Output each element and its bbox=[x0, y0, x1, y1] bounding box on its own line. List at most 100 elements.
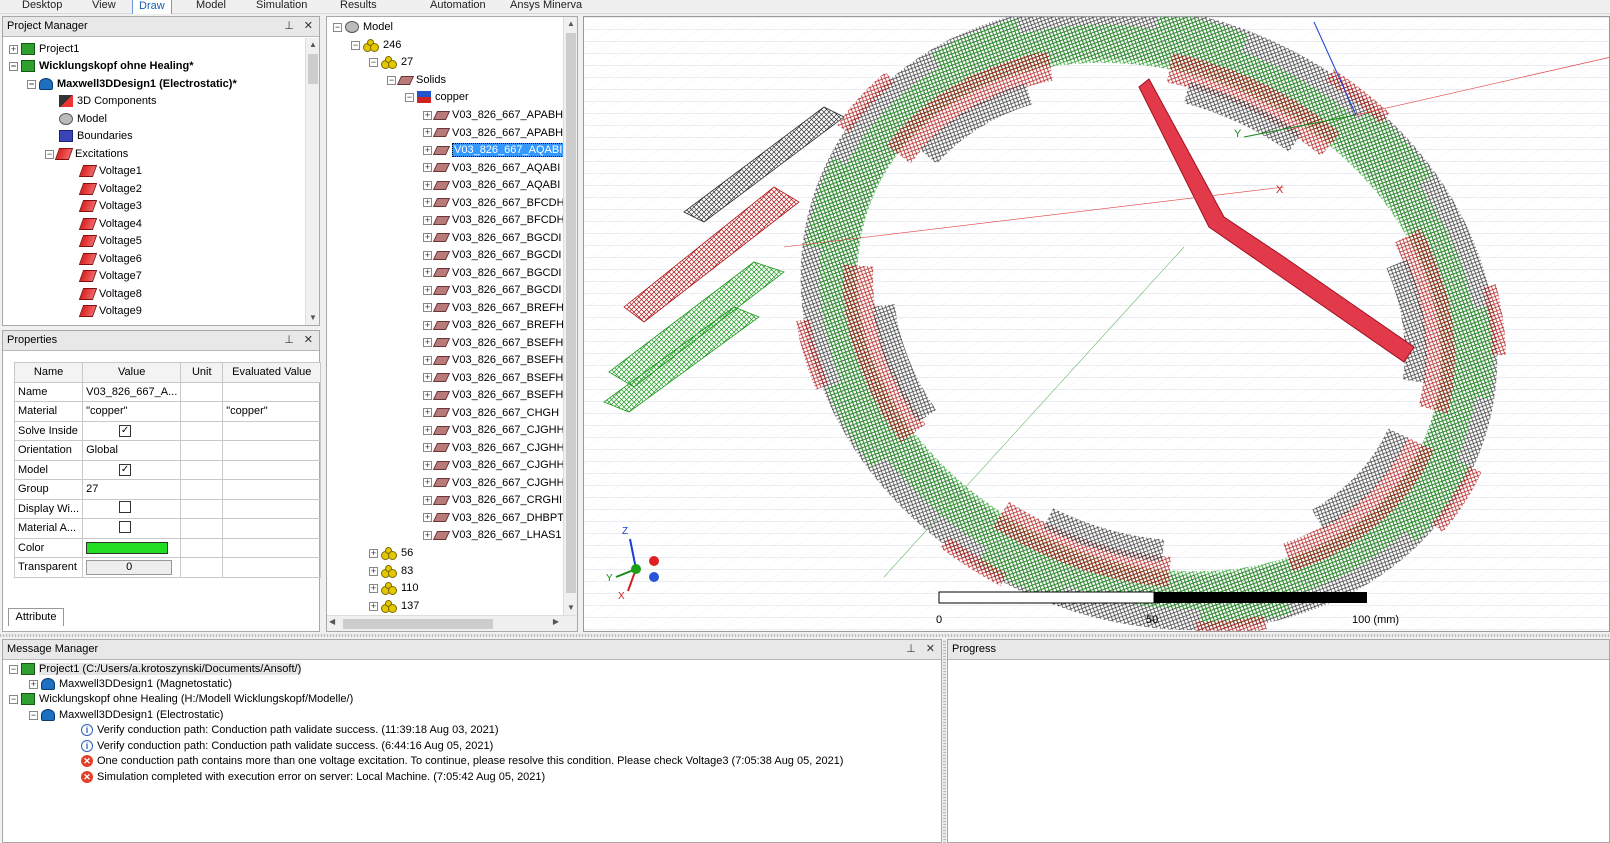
tree-item-model[interactable]: Model bbox=[59, 111, 107, 128]
expand-icon[interactable]: + bbox=[369, 583, 378, 593]
property-row[interactable]: Color bbox=[13, 537, 322, 558]
expand-icon[interactable]: + bbox=[423, 163, 432, 173]
tree-item-solid[interactable]: + V03_826_667_BGCDI bbox=[423, 265, 561, 282]
tab-attribute[interactable]: Attribute bbox=[8, 608, 64, 626]
expand-icon[interactable]: + bbox=[423, 215, 432, 225]
expand-icon[interactable]: + bbox=[423, 390, 432, 400]
tree-item-group-27[interactable]: − 27 bbox=[369, 54, 413, 71]
property-row[interactable]: Display Wi... bbox=[13, 498, 322, 519]
message-row-design-electrostatic[interactable]: − Maxwell3DDesign1 (Electrostatic) bbox=[29, 708, 223, 723]
property-row[interactable]: Name V03_826_667_A... bbox=[13, 381, 322, 402]
model-checkbox[interactable]: ✓ bbox=[119, 464, 132, 477]
tree-item-group-83[interactable]: +83 bbox=[369, 563, 413, 580]
tree-item-voltage1[interactable]: Voltage1 bbox=[78, 163, 142, 180]
message-row-wicklungskopf[interactable]: − Wicklungskopf ohne Healing (H:/Modell W… bbox=[9, 692, 353, 707]
tree-item-group-110[interactable]: +110 bbox=[369, 580, 419, 597]
expand-icon[interactable]: + bbox=[423, 355, 432, 365]
tree-item-solid[interactable]: + V03_826_667_CJGHH bbox=[423, 457, 565, 474]
expand-icon[interactable]: + bbox=[423, 110, 432, 120]
tree-item-voltage8[interactable]: Voltage8 bbox=[78, 286, 142, 303]
message-row-project1[interactable]: − Project1 (C:/Users/a.krotoszynski/Docum… bbox=[9, 662, 302, 677]
expand-icon[interactable]: + bbox=[423, 338, 432, 348]
expand-icon[interactable]: + bbox=[423, 303, 432, 313]
expand-icon[interactable]: + bbox=[423, 250, 432, 260]
tree-item-voltage4[interactable]: Voltage4 bbox=[78, 216, 142, 233]
tree-item-solid[interactable]: + V03_826_667_BGCDI bbox=[423, 230, 561, 247]
horizontal-splitter[interactable] bbox=[0, 634, 1610, 637]
property-row[interactable]: Material A... bbox=[13, 518, 322, 539]
collapse-icon[interactable]: − bbox=[387, 75, 396, 85]
scroll-up-icon[interactable]: ▲ bbox=[564, 17, 577, 31]
expand-icon[interactable]: + bbox=[423, 268, 432, 278]
expand-icon[interactable]: + bbox=[369, 601, 378, 611]
tree-item-solid[interactable]: + V03_826_667_BFCDH bbox=[423, 195, 565, 212]
material-appearance-checkbox[interactable] bbox=[119, 520, 132, 533]
tree-item-voltage9[interactable]: Voltage9 bbox=[78, 303, 142, 320]
property-value[interactable]: V03_826_667_A... bbox=[82, 381, 182, 402]
tree-item-solid[interactable]: + V03_826_667_CJGHH bbox=[423, 422, 565, 439]
message-row-design-magnetostatic[interactable]: + Maxwell3DDesign1 (Magnetostatic) bbox=[29, 677, 232, 692]
tree-item-solid[interactable]: + V03_826_667_BFCDH bbox=[423, 212, 565, 229]
scrollbar-thumb[interactable] bbox=[566, 33, 576, 593]
collapse-icon[interactable]: − bbox=[9, 664, 18, 674]
tree-item-group-246[interactable]: − 246 bbox=[351, 37, 401, 54]
pin-icon[interactable]: ⊥ bbox=[284, 20, 294, 32]
message-row-error[interactable]: ✕ Simulation completed with execution err… bbox=[81, 770, 545, 785]
tree-item-solid[interactable]: + V03_826_667_AQABI bbox=[423, 142, 565, 159]
close-icon[interactable]: ✕ bbox=[304, 20, 313, 32]
scroll-right-icon[interactable]: ▶ bbox=[553, 617, 559, 626]
tab-view[interactable]: View bbox=[86, 0, 122, 14]
tree-item-solid[interactable]: + V03_826_667_CHGH bbox=[423, 405, 559, 422]
vertical-splitter[interactable] bbox=[943, 639, 946, 843]
tree-item-solid[interactable]: + V03_826_667_BGCDI bbox=[423, 282, 561, 299]
property-row[interactable]: Transparent 0 bbox=[13, 557, 322, 578]
property-row[interactable]: Solve Inside ✓ bbox=[13, 420, 322, 441]
message-row-info[interactable]: i Verify conduction path: Conduction path… bbox=[81, 739, 493, 754]
tree-item-voltage2[interactable]: Voltage2 bbox=[78, 181, 142, 198]
pin-icon[interactable]: ⊥ bbox=[906, 643, 916, 655]
tree-item-solid[interactable]: + V03_826_667_BSEFH bbox=[423, 335, 563, 352]
tree-item-solid[interactable]: + V03_826_667_BGCDI bbox=[423, 247, 561, 264]
expand-icon[interactable]: + bbox=[423, 233, 432, 243]
collapse-icon[interactable]: − bbox=[333, 22, 342, 32]
tree-item-voltage5[interactable]: Voltage5 bbox=[78, 233, 142, 250]
pin-icon[interactable]: ⊥ bbox=[284, 334, 294, 346]
scroll-up-icon[interactable]: ▲ bbox=[306, 38, 319, 52]
tree-item-voltage3[interactable]: Voltage3 bbox=[78, 198, 142, 215]
model-tree-vscrollbar[interactable]: ▲ ▼ bbox=[563, 17, 577, 615]
property-row[interactable]: Group 27 bbox=[13, 479, 322, 500]
message-row-info[interactable]: i Verify conduction path: Conduction path… bbox=[81, 723, 499, 738]
tab-simulation[interactable]: Simulation bbox=[250, 0, 313, 14]
tab-results[interactable]: Results bbox=[334, 0, 383, 14]
property-value[interactable]: "copper" bbox=[82, 401, 182, 422]
model-view[interactable]: Y X Z Y X 0 50 100 (mm) bbox=[584, 17, 1610, 632]
expand-icon[interactable]: + bbox=[423, 320, 432, 330]
tree-item-solid[interactable]: + V03_826_667_BSEFH bbox=[423, 387, 563, 404]
property-value[interactable]: 27 bbox=[82, 479, 182, 500]
scroll-left-icon[interactable]: ◀ bbox=[329, 617, 335, 626]
display-wireframe-checkbox[interactable] bbox=[119, 501, 132, 514]
tree-item-model-root[interactable]: − Model bbox=[333, 19, 393, 36]
message-row-error[interactable]: ✕ One conduction path contains more than … bbox=[81, 754, 843, 769]
tree-item-solid[interactable]: + V03_826_667_DHBPT bbox=[423, 510, 564, 527]
expand-icon[interactable]: + bbox=[423, 530, 432, 540]
expand-icon[interactable]: + bbox=[423, 128, 432, 138]
collapse-icon[interactable]: − bbox=[27, 79, 36, 89]
collapse-icon[interactable]: − bbox=[9, 61, 18, 71]
solve-inside-checkbox[interactable]: ✓ bbox=[119, 425, 132, 438]
expand-icon[interactable]: + bbox=[423, 443, 432, 453]
transparency-spinner[interactable]: 0 bbox=[86, 559, 173, 575]
scrollbar-thumb[interactable] bbox=[308, 54, 318, 84]
tree-item-solid[interactable]: + V03_826_667_CJGHH bbox=[423, 475, 565, 492]
tree-item-solid[interactable]: + V03_826_667_BREFH bbox=[423, 317, 564, 334]
expand-icon[interactable]: + bbox=[423, 495, 432, 505]
tree-item-solid[interactable]: + V03_826_667_CRGHI bbox=[423, 492, 562, 509]
3d-viewport[interactable]: Y X Z Y X 0 50 100 (mm) bbox=[583, 16, 1610, 632]
expand-icon[interactable]: + bbox=[423, 145, 432, 155]
expand-icon[interactable]: + bbox=[9, 44, 18, 54]
tab-model[interactable]: Model bbox=[190, 0, 232, 14]
tree-item-solid[interactable]: + V03_826_667_APABH bbox=[423, 107, 563, 124]
close-icon[interactable]: ✕ bbox=[926, 643, 935, 655]
collapse-icon[interactable]: − bbox=[9, 694, 18, 704]
tree-item-solid[interactable]: + V03_826_667_AQABI bbox=[423, 160, 560, 177]
